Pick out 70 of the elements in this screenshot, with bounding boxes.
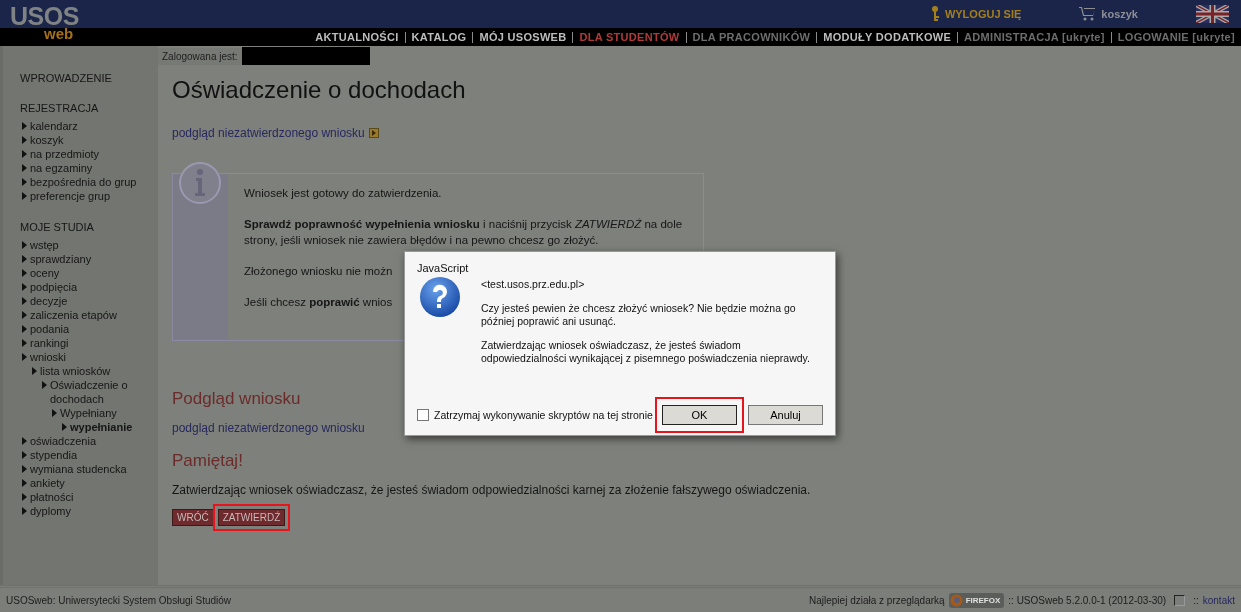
sidebar-item[interactable]: wymiana studencka (20, 462, 158, 476)
sidebar-item[interactable]: decyzje (20, 294, 158, 308)
logo-text: USOS (10, 4, 79, 29)
sidebar-item[interactable]: na przedmioty (20, 147, 158, 161)
dialog-origin: <test.usos.prz.edu.pl> (481, 278, 586, 291)
contact-link[interactable]: kontakt (1202, 594, 1235, 606)
sidebar-item[interactable]: wnioski (20, 350, 158, 364)
logout-link[interactable]: WYLOGUJ SIĘ (944, 8, 1022, 20)
sidebar-heading[interactable]: WPROWADZENIE (20, 72, 158, 84)
info-text: Jeśli chcesz poprawić wnios (244, 295, 393, 310)
browser-badge[interactable]: FIREFOX (948, 592, 1005, 608)
sidebar-item[interactable]: zaliczenia etapów (20, 308, 158, 322)
sidebar-item[interactable]: rankingi (20, 336, 158, 350)
footer-text: :: USOSweb 5.2.0.0-1 (2012-03-30) (1008, 594, 1167, 606)
sidebar-item[interactable]: dyplomy (20, 504, 158, 518)
sidebar-heading[interactable]: MOJE STUDIA (20, 221, 158, 233)
sidebar-item[interactable]: kalendarz (20, 119, 158, 133)
sidebar-item[interactable]: oświadczenia (20, 434, 158, 448)
checkbox-label[interactable]: Zatrzymaj wykonywanie skryptów na tej stronie (434, 409, 653, 421)
info-text: Sprawdź poprawność wypełnienia wniosku i naciśnij przycisk ZATWIERDŹ na dole strony, jeśli wniosek nie zawiera błędów i na pewno chcesz go złożyć. (244, 217, 684, 248)
dialog-title: JavaScript (417, 262, 470, 274)
section-heading: Pamiętaj! (172, 451, 244, 471)
sidebar-item[interactable]: wypełnianie (60, 420, 158, 434)
sidebar-item[interactable]: oceny (20, 266, 158, 280)
sidebar-item[interactable]: sprawdziany (20, 252, 158, 266)
nav-link[interactable]: KATALOG (411, 31, 467, 43)
nav-link[interactable]: AKTUALNOŚCI (315, 31, 399, 43)
question-icon (419, 276, 461, 318)
footer-text: USOSweb: Uniwersytecki System Obsługi Studiów (6, 594, 232, 606)
sidebar-item[interactable]: bezpośrednia do grup (20, 175, 158, 189)
page-button[interactable]: ZATWIERDŹ (217, 509, 286, 526)
section-heading: Podgląd wniosku (172, 389, 302, 409)
sidebar-item[interactable]: płatności (20, 490, 158, 504)
sidebar-item[interactable]: ankiety (20, 476, 158, 490)
sidebar-item[interactable]: preferencje grup (20, 189, 158, 203)
nav-link[interactable]: MÓJ USOSWEB (479, 31, 567, 43)
sidebar-item[interactable]: podpięcia (20, 280, 158, 294)
sidebar-item[interactable]: Oświadczenie o dochodach (40, 378, 158, 406)
sidebar-item[interactable]: koszyk (20, 133, 158, 147)
flag-icon[interactable] (1196, 5, 1229, 23)
expand-icon[interactable] (368, 128, 379, 138)
globe-icon (949, 593, 963, 607)
page-title: Oświadczenie o dochodach (172, 76, 467, 104)
sidebar-item[interactable]: Wypełniany (50, 406, 158, 420)
info-text: Wniosek jest gotowy do zatwierdzenia. (244, 186, 442, 201)
sidebar-item[interactable]: podania (20, 322, 158, 336)
square-icon (1174, 594, 1186, 606)
key-icon (930, 6, 939, 22)
nav-link[interactable]: DLA STUDENTÓW (579, 31, 680, 43)
page-button[interactable]: WRÓĆ (172, 509, 214, 526)
checkbox[interactable] (417, 409, 429, 421)
logo-subtext: web (44, 27, 74, 41)
footer-text: :: (1193, 594, 1199, 606)
dialog-button[interactable]: OK (662, 405, 737, 425)
warning-text: Zatwierdzając wniosek oświadczasz, że jesteś świadom odpowiedzialności karnej za złożenie fałszywego oświadczenia. (172, 483, 812, 497)
dialog-button[interactable]: Anuluj (748, 405, 823, 425)
footer-text: Najlepiej działa z przeglądarką (809, 594, 945, 606)
sidebar-item[interactable]: wstęp (20, 238, 158, 252)
sidebar-item[interactable]: lista wniosków (30, 364, 158, 378)
sidebar-item[interactable]: stypendia (20, 448, 158, 462)
dialog-message: Zatwierdzając wniosek oświadczasz, że jesteś świadom odpowiedzialności wynikającej z pisemnego poświadczenia nieprawdy. (481, 339, 811, 365)
cart-icon (1079, 7, 1096, 21)
dialog-message: Czy jesteś pewien że chcesz złożyć wniosek? Nie będzie można go później poprawić ani usunąć. (481, 302, 797, 328)
preview-link[interactable]: podgląd niezatwierdzonego wniosku (172, 126, 365, 140)
sidebar-heading[interactable]: REJESTRACJA (20, 102, 158, 114)
login-label: Zalogowana jest: (158, 47, 242, 65)
info-text: Złożonego wniosku nie możn (244, 264, 393, 279)
sidebar-item[interactable]: na egzaminy (20, 161, 158, 175)
cart-link[interactable]: koszyk (1101, 8, 1138, 20)
nav-link[interactable]: MODUŁY DODATKOWE (823, 31, 952, 43)
